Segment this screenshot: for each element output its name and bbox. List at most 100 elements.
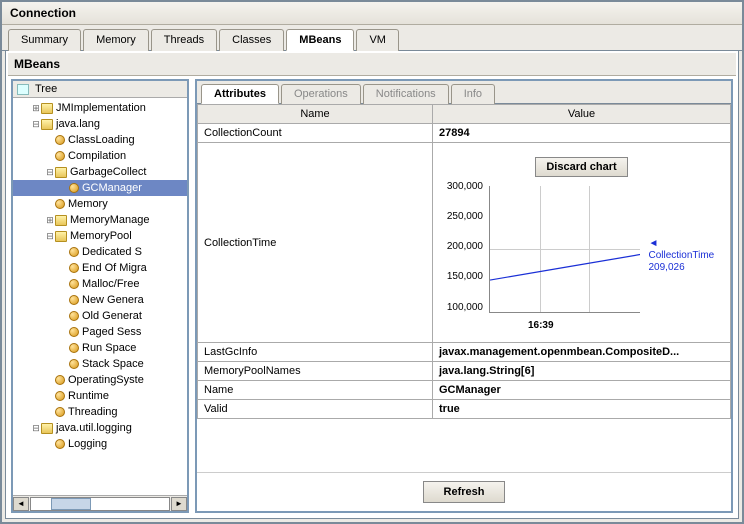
tree-node-label: Old Generat <box>82 308 142 324</box>
tree-node-label: GarbageCollect <box>70 164 146 180</box>
expand-icon[interactable]: ⊞ <box>31 100 41 116</box>
tree-node[interactable]: Stack Space <box>13 356 187 372</box>
connection-window: Connection SummaryMemoryThreadsClassesMB… <box>0 0 744 524</box>
table-row: LastGcInfojavax.management.openmbean.Com… <box>198 343 731 362</box>
tree-node-label: java.lang <box>56 116 100 132</box>
tree-header: Tree <box>13 81 187 98</box>
attr-value[interactable]: 27894 <box>433 124 731 143</box>
tree-node-label: Stack Space <box>82 356 144 372</box>
tree-node[interactable]: Runtime <box>13 388 187 404</box>
collapse-icon[interactable]: ⊟ <box>31 116 41 132</box>
tree-node-label: Memory <box>68 196 108 212</box>
attr-name[interactable]: CollectionTime <box>198 143 433 343</box>
mbeans-panel: MBeans Tree ⊞JMImplementation⊟java.langC… <box>5 51 739 519</box>
tree-node[interactable]: ⊟ GarbageCollect <box>13 164 187 180</box>
tree-node[interactable]: GCManager <box>13 180 187 196</box>
tree-node[interactable]: New Genera <box>13 292 187 308</box>
expand-icon[interactable]: ⊞ <box>45 212 55 228</box>
bean-icon <box>55 439 65 449</box>
series-legend: ◄ CollectionTime 209,026 <box>648 238 726 274</box>
attr-value[interactable]: java.lang.String[6] <box>433 362 731 381</box>
tree-node[interactable]: Paged Sess <box>13 324 187 340</box>
bean-icon <box>69 343 79 353</box>
tree-node[interactable]: End Of Migra <box>13 260 187 276</box>
y-tick-label: 100,000 <box>437 302 483 313</box>
tree-node-label: Paged Sess <box>82 324 141 340</box>
attr-name[interactable]: CollectionCount <box>198 124 433 143</box>
tree-node[interactable]: Logging <box>13 436 187 452</box>
bean-icon <box>55 407 65 417</box>
bean-icon <box>55 135 65 145</box>
bean-icon <box>55 391 65 401</box>
tree-node-label: GCManager <box>82 180 142 196</box>
attr-value[interactable]: true <box>433 400 731 419</box>
detail-tab-notifications[interactable]: Notifications <box>363 84 449 104</box>
y-tick-label: 200,000 <box>437 241 483 252</box>
tab-classes[interactable]: Classes <box>219 29 284 51</box>
tree-node[interactable]: ⊞ MemoryManage <box>13 212 187 228</box>
tab-vm[interactable]: VM <box>356 29 399 51</box>
bean-icon <box>69 295 79 305</box>
chart-plot: 300,000 250,000 200,000 150,000 100,000 <box>437 181 644 331</box>
bottom-bar: Refresh <box>197 472 731 511</box>
detail-tab-operations[interactable]: Operations <box>281 84 361 104</box>
tab-memory[interactable]: Memory <box>83 29 149 51</box>
tree-node[interactable]: Compilation <box>13 148 187 164</box>
bean-icon <box>69 279 79 289</box>
tree-scrollbar[interactable]: ◄ ► <box>13 495 187 511</box>
tree-node[interactable]: Dedicated S <box>13 244 187 260</box>
detail-tab-info[interactable]: Info <box>451 84 495 104</box>
tree-node[interactable]: Threading <box>13 404 187 420</box>
attr-value[interactable]: javax.management.openmbean.CompositeD... <box>433 343 731 362</box>
tab-mbeans[interactable]: MBeans <box>286 29 354 51</box>
tree-node[interactable]: Run Space <box>13 340 187 356</box>
tree-node[interactable]: ⊟ java.util.logging <box>13 420 187 436</box>
mbean-tree[interactable]: Tree ⊞JMImplementation⊟java.langClassLoa… <box>11 79 189 513</box>
bean-icon <box>69 263 79 273</box>
bean-icon <box>55 151 65 161</box>
tree-node[interactable]: ⊟ MemoryPool <box>13 228 187 244</box>
collapse-icon[interactable]: ⊟ <box>45 164 55 180</box>
tree-node-label: java.util.logging <box>56 420 132 436</box>
tree-node-label: Threading <box>68 404 118 420</box>
tab-threads[interactable]: Threads <box>151 29 217 51</box>
bean-icon <box>69 183 79 193</box>
attr-name[interactable]: Name <box>198 381 433 400</box>
attr-name[interactable]: Valid <box>198 400 433 419</box>
attr-name[interactable]: MemoryPoolNames <box>198 362 433 381</box>
tree-node[interactable]: Memory <box>13 196 187 212</box>
tree-node[interactable]: Malloc/Free <box>13 276 187 292</box>
tree-node-label: New Genera <box>82 292 144 308</box>
y-tick-label: 250,000 <box>437 211 483 222</box>
detail-panel: AttributesOperationsNotificationsInfo Na… <box>195 79 733 513</box>
scroll-thumb[interactable] <box>51 498 91 510</box>
detail-tab-attributes[interactable]: Attributes <box>201 84 279 104</box>
refresh-button[interactable]: Refresh <box>423 481 506 503</box>
folder-icon <box>41 103 53 114</box>
scroll-left-button[interactable]: ◄ <box>13 497 29 511</box>
tab-summary[interactable]: Summary <box>8 29 81 51</box>
bean-icon <box>69 359 79 369</box>
tree-node[interactable]: ⊟ java.lang <box>13 116 187 132</box>
tree-node-label: Dedicated S <box>82 244 142 260</box>
scroll-track[interactable] <box>30 497 170 511</box>
folder-icon <box>41 119 53 130</box>
tree-node[interactable]: ClassLoading <box>13 132 187 148</box>
tree-node[interactable]: Old Generat <box>13 308 187 324</box>
collapse-icon[interactable]: ⊟ <box>31 420 41 436</box>
bean-icon <box>69 327 79 337</box>
window-title: Connection <box>2 2 742 25</box>
tree-node-label: Runtime <box>68 388 109 404</box>
tree-node[interactable]: ⊞JMImplementation <box>13 100 187 116</box>
folder-icon <box>55 231 67 242</box>
y-tick-label: 300,000 <box>437 181 483 192</box>
discard-chart-button[interactable]: Discard chart <box>535 157 627 177</box>
scroll-right-button[interactable]: ► <box>171 497 187 511</box>
attr-value[interactable]: GCManager <box>433 381 731 400</box>
tree-node-label: MemoryPool <box>70 228 132 244</box>
tree-node-label: MemoryManage <box>70 212 149 228</box>
attr-name[interactable]: LastGcInfo <box>198 343 433 362</box>
y-tick-label: 150,000 <box>437 271 483 282</box>
tree-node[interactable]: OperatingSyste <box>13 372 187 388</box>
collapse-icon[interactable]: ⊟ <box>45 228 55 244</box>
